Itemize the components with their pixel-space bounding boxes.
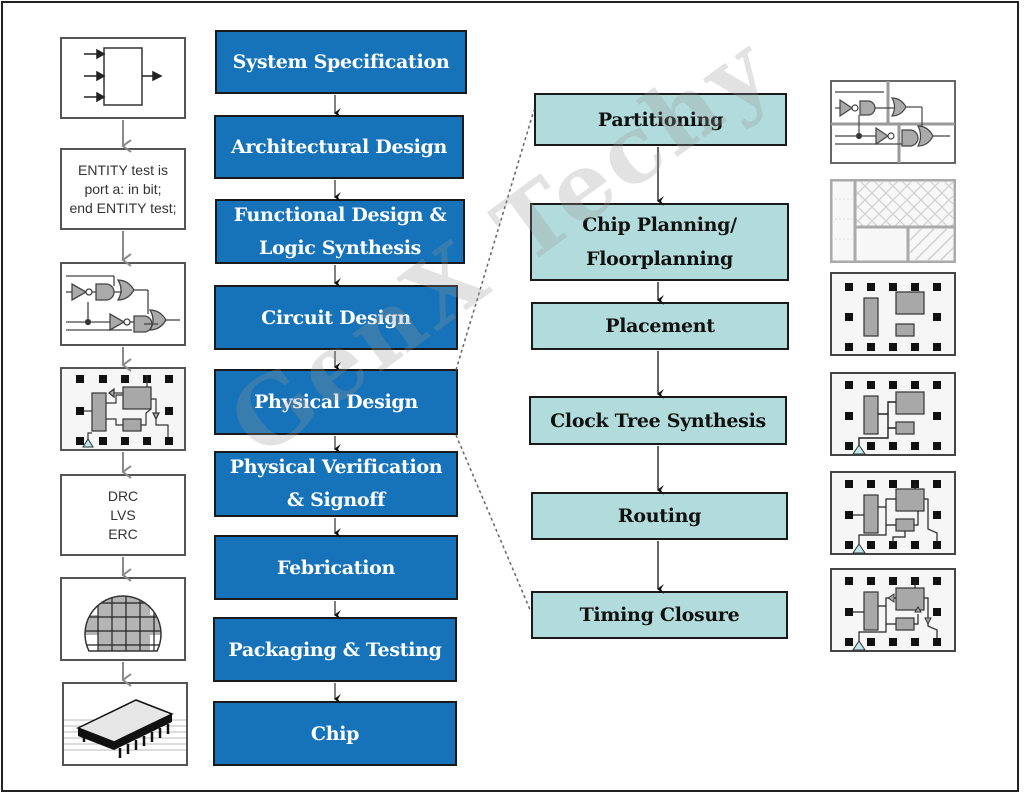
step-physical-design: Physical Design — [214, 369, 458, 435]
step-label: Packaging & Testing — [228, 638, 442, 661]
partitioning-illustration — [830, 80, 956, 164]
layout-illustration-left — [60, 367, 186, 451]
erc-label: ERC — [108, 525, 138, 542]
vhdl-line-3: end ENTITY test; — [69, 199, 177, 216]
placed-cells-icon — [830, 272, 956, 356]
step-chip: Chip — [213, 701, 457, 766]
step-circuit-design: Circuit Design — [214, 285, 458, 350]
drc-label: DRC — [107, 487, 139, 504]
step-label: Physical Design — [254, 391, 418, 413]
vhdl-code-illustration: ENTITY test is port a: in bit; end ENTIT… — [60, 148, 186, 230]
floorplan-illustration — [829, 178, 957, 264]
step-label: Architectural Design — [230, 136, 448, 158]
vhdl-line-1: ENTITY test is — [78, 161, 168, 178]
pd-step-routing: Routing — [531, 492, 788, 540]
wafer-illustration — [60, 577, 186, 661]
pd-step-label: Partitioning — [597, 108, 724, 131]
routed-layout-icon — [76, 375, 173, 448]
logic-gates-illustration — [60, 262, 186, 346]
step-label: Febrication — [276, 556, 396, 579]
step-label: Chip — [310, 722, 360, 745]
ic-chip-icon — [64, 699, 186, 758]
wafer-icon — [84, 595, 162, 652]
step-architectural-design: Architectural Design — [214, 115, 464, 179]
pd-step-placement: Placement — [531, 302, 789, 350]
pd-step-label: Placement — [605, 315, 715, 337]
step-physical-verification-signoff: Physical Verification & Signoff — [214, 451, 458, 517]
vhdl-line-2: port a: in bit; — [84, 180, 162, 197]
verification-checks-illustration: DRC LVS ERC — [60, 474, 186, 556]
cts-illustration — [830, 372, 956, 456]
pd-step-timing-closure: Timing Closure — [531, 591, 788, 639]
step-label-line-2: Logic Synthesis — [258, 236, 422, 259]
floorplan-icon — [829, 178, 957, 264]
pd-step-label: Clock Tree Synthesis — [550, 409, 766, 432]
step-label-line-1: Functional Design & — [233, 203, 447, 226]
step-febrication: Febrication — [214, 535, 458, 600]
pd-step-label-line-2: Floorplanning — [586, 248, 733, 270]
step-system-specification: System Specification — [215, 30, 467, 94]
step-label: System Specification — [232, 51, 450, 73]
partitioned-logic-icon — [830, 80, 956, 164]
clock-tree-icon — [830, 372, 956, 456]
timing-closure-illustration — [830, 568, 956, 652]
lvs-label: LVS — [110, 506, 136, 523]
routing-illustration — [830, 471, 956, 555]
timing-optimized-layout-icon — [830, 568, 956, 652]
step-label-line-1: Physical Verification — [229, 456, 443, 478]
pd-step-label: Routing — [617, 505, 702, 527]
step-packaging-testing: Packaging & Testing — [213, 617, 457, 682]
step-label: Circuit Design — [261, 306, 411, 329]
chip-package-illustration — [62, 682, 188, 766]
pd-step-chip-planning-floorplanning: Chip Planning/ Floorplanning — [530, 203, 789, 281]
block-diagram-illustration — [60, 37, 186, 119]
pd-step-partitioning: Partitioning — [534, 93, 787, 146]
step-functional-design-logic-synthesis: Functional Design & Logic Synthesis — [215, 199, 465, 264]
block-with-io-icon — [84, 47, 163, 106]
placement-illustration — [830, 272, 956, 356]
logic-gate-schematic-icon — [66, 275, 180, 333]
pd-step-clock-tree-synthesis: Clock Tree Synthesis — [529, 396, 787, 445]
step-label-line-2: & Signoff — [286, 489, 386, 511]
pd-step-label-line-1: Chip Planning/ — [582, 214, 737, 236]
routed-nets-icon — [830, 471, 956, 555]
pd-step-label: Timing Closure — [579, 604, 740, 626]
